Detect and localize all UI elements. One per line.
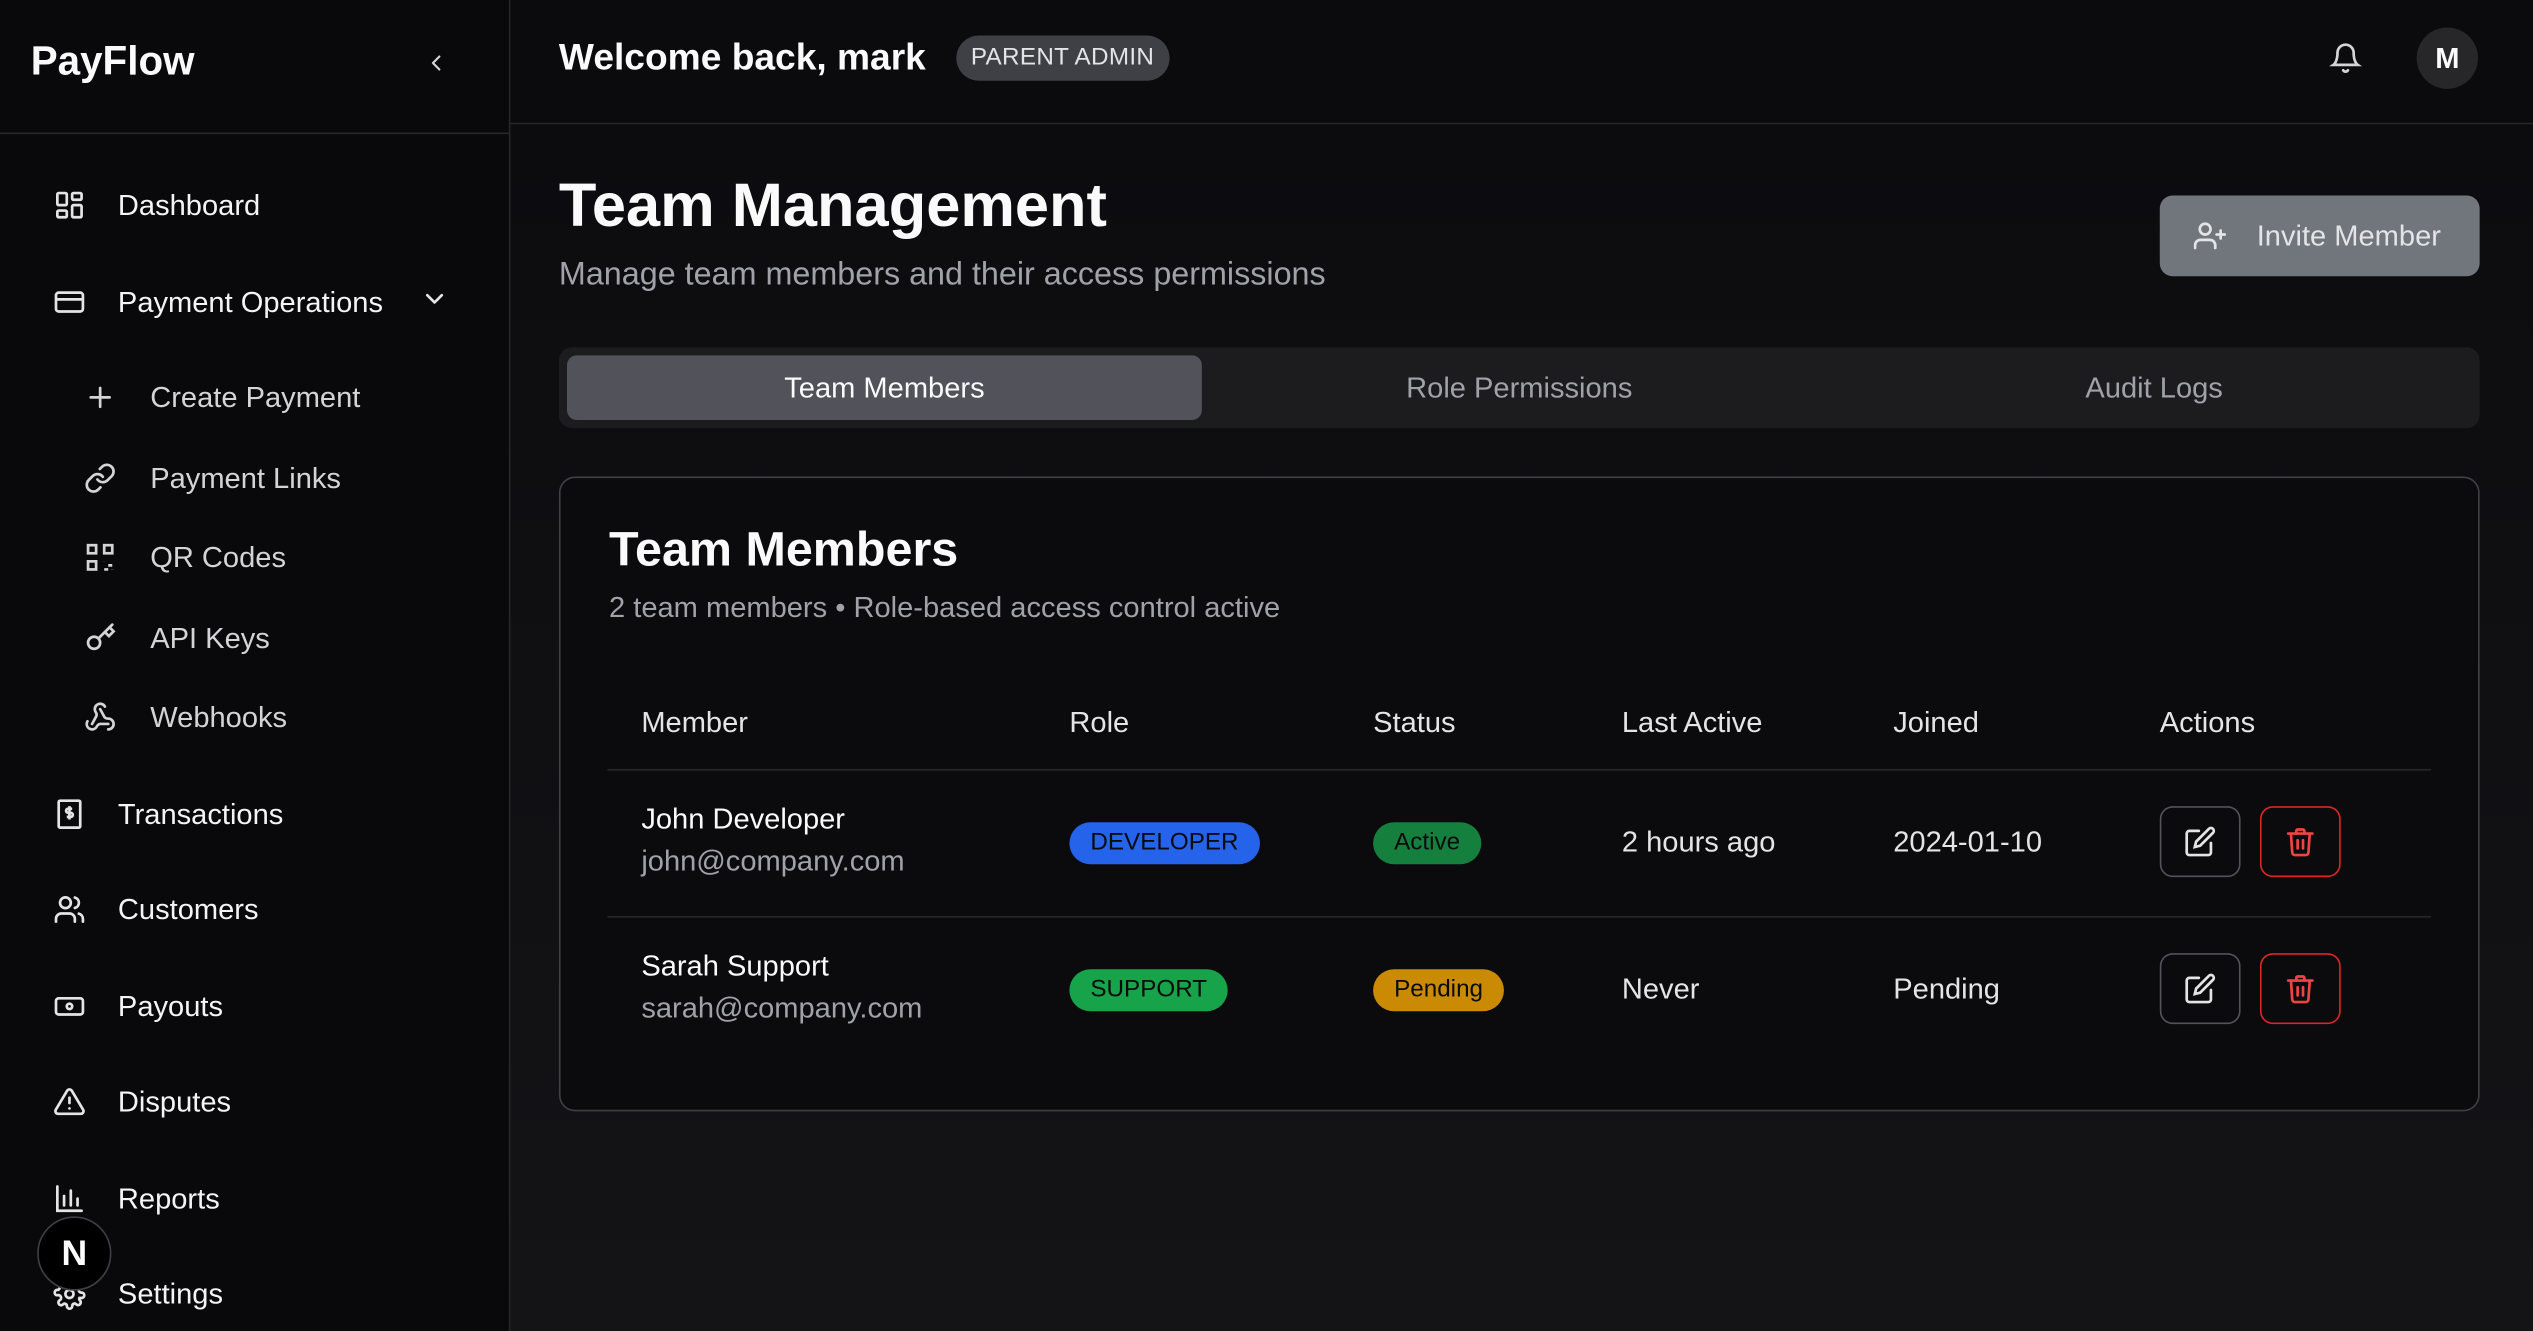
column-header-last-active[interactable]: Last Active: [1622, 706, 1763, 740]
member-email: sarah@company.com: [641, 991, 923, 1025]
table-row: Sarah Support sarah@company.com SUPPORT …: [561, 918, 2478, 1063]
plus-icon: [71, 381, 150, 413]
member-name: John Developer: [641, 802, 846, 836]
role-badge-developer: DEVELOPER: [1069, 822, 1260, 865]
edit-member-button[interactable]: [2159, 953, 2241, 1025]
sidebar-subitem-qr-codes[interactable]: QR Codes: [71, 528, 475, 586]
member-name: Sarah Support: [641, 949, 829, 983]
sidebar-subitem-webhooks[interactable]: Webhooks: [71, 688, 475, 746]
sidebar-item-label: Transactions: [117, 797, 284, 830]
sidebar-subitem-label: API Keys: [150, 621, 270, 654]
sidebar-item-disputes[interactable]: Disputes: [39, 1069, 475, 1134]
status-badge-active: Active: [1373, 822, 1482, 865]
collapse-sidebar-button[interactable]: [417, 44, 456, 83]
column-header-member[interactable]: Member: [641, 706, 748, 740]
chevron-down-icon: [420, 284, 449, 321]
sidebar-subitem-label: Webhooks: [150, 700, 288, 733]
dev-tools-badge[interactable]: N: [37, 1216, 112, 1291]
brand-logo[interactable]: PayFlow: [31, 39, 195, 86]
key-icon: [71, 622, 150, 654]
credit-card-icon: [39, 286, 118, 318]
last-active-value: 2 hours ago: [1621, 825, 1776, 858]
column-header-role[interactable]: Role: [1069, 706, 1129, 740]
column-header-joined[interactable]: Joined: [1893, 706, 1979, 740]
page-title: Team Management: [558, 172, 1108, 241]
sidebar-item-payouts[interactable]: Payouts: [39, 974, 475, 1039]
role-badge: PARENT ADMIN: [956, 35, 1169, 81]
alert-triangle-icon: [39, 1086, 118, 1118]
notifications-button[interactable]: [2326, 39, 2365, 78]
sidebar-subitem-label: QR Codes: [150, 540, 287, 573]
link-icon: [71, 462, 150, 494]
sidebar: PayFlow Dashboard Payment Operations Cre…: [0, 0, 511, 1331]
sidebar-subitem-label: Create Payment: [150, 380, 361, 413]
edit-icon: [2185, 973, 2216, 1004]
users-icon: [39, 893, 118, 925]
qr-code-icon: [71, 541, 150, 573]
chevron-left-icon: [431, 55, 441, 71]
sidebar-item-dashboard[interactable]: Dashboard: [39, 173, 475, 238]
tab-list: Team Members Role Permissions Audit Logs: [558, 347, 2480, 429]
tab-team-members[interactable]: Team Members: [567, 355, 1202, 421]
bell-icon: [2329, 43, 2362, 73]
invite-member-button[interactable]: Invite Member: [2159, 195, 2480, 277]
edit-member-button[interactable]: [2159, 806, 2241, 878]
column-header-actions: Actions: [2159, 705, 2256, 739]
delete-member-button[interactable]: [2259, 806, 2341, 878]
table-row: John Developer john@company.com DEVELOPE…: [561, 771, 2478, 916]
sidebar-item-label: Settings: [117, 1276, 224, 1310]
card-title: Team Members: [609, 523, 959, 577]
member-email: john@company.com: [641, 844, 905, 878]
trash-icon: [2286, 975, 2314, 1004]
edit-icon: [2185, 826, 2216, 857]
column-header-status[interactable]: Status: [1373, 706, 1455, 740]
sidebar-header: PayFlow: [0, 0, 509, 135]
sidebar-item-label: Payment Operations: [117, 285, 384, 318]
sidebar-item-reports[interactable]: Reports: [39, 1166, 475, 1231]
sidebar-item-customers[interactable]: Customers: [39, 877, 475, 942]
status-badge-pending: Pending: [1373, 969, 1505, 1012]
invite-member-label: Invite Member: [2256, 218, 2441, 252]
sidebar-item-payment-operations[interactable]: Payment Operations: [39, 270, 475, 335]
sidebar-subitem-api-keys[interactable]: API Keys: [71, 609, 475, 667]
joined-value: Pending: [1893, 972, 2000, 1005]
page-subtitle: Manage team members and their access per…: [558, 256, 1326, 293]
card-subtitle: 2 team members • Role-based access contr…: [609, 591, 1281, 624]
sidebar-item-label: Dashboard: [117, 188, 261, 221]
dashboard-grid-icon: [39, 189, 118, 221]
sidebar-subitem-payment-links[interactable]: Payment Links: [71, 449, 475, 507]
delete-member-button[interactable]: [2259, 953, 2341, 1025]
sidebar-item-label: Payouts: [117, 989, 224, 1022]
main-content: Team Management Manage team members and …: [510, 124, 2533, 1331]
welcome-message: Welcome back, mark: [558, 35, 926, 78]
top-bar: Welcome back, mark PARENT ADMIN M: [510, 0, 2533, 125]
receipt-icon: [39, 798, 118, 830]
banknote-icon: [39, 990, 118, 1022]
last-active-value: Never: [1621, 972, 1700, 1005]
team-members-card: Team Members 2 team members • Role-based…: [558, 476, 2480, 1112]
avatar[interactable]: M: [2416, 27, 2479, 89]
sidebar-subitem-label: Payment Links: [150, 461, 341, 494]
app-window: PayFlow Dashboard Payment Operations Cre…: [0, 0, 2533, 1331]
sidebar-item-transactions[interactable]: Transactions: [39, 782, 475, 847]
role-badge-support: SUPPORT: [1069, 969, 1229, 1012]
tab-role-permissions[interactable]: Role Permissions: [1202, 355, 1837, 420]
tab-audit-logs[interactable]: Audit Logs: [1837, 355, 2472, 420]
sidebar-item-label: Disputes: [117, 1084, 232, 1118]
webhook-icon: [71, 701, 150, 733]
joined-value: 2024-01-10: [1893, 825, 2042, 858]
trash-icon: [2286, 828, 2314, 857]
sidebar-subitem-create-payment[interactable]: Create Payment: [71, 368, 475, 426]
user-plus-icon: [2160, 220, 2257, 252]
bar-chart-icon: [39, 1182, 118, 1214]
sidebar-item-label: Reports: [117, 1181, 220, 1214]
sidebar-item-label: Customers: [117, 892, 259, 925]
